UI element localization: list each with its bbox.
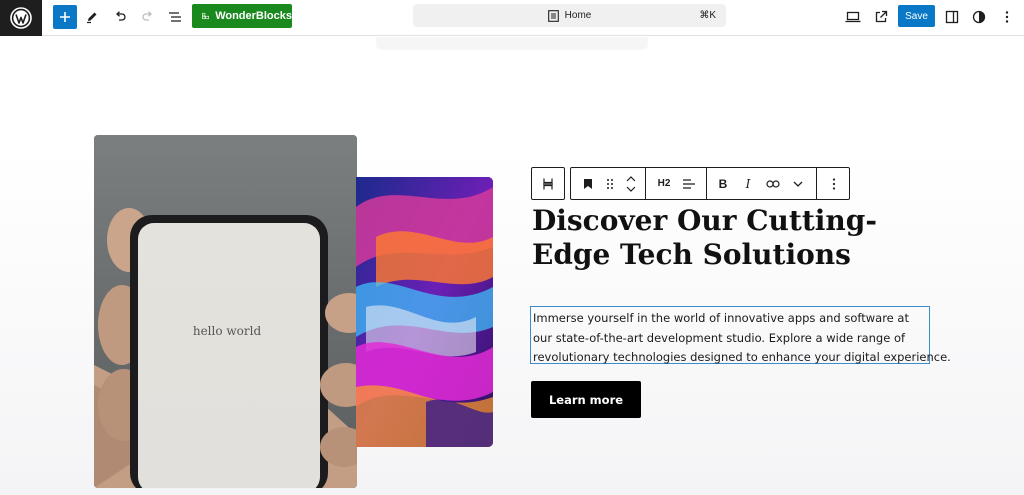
wonderblocks-icon: [202, 12, 210, 20]
undo-icon: [116, 11, 126, 21]
wonderblocks-label: WonderBlocks: [215, 10, 292, 22]
page-icon: [547, 9, 559, 22]
link-button[interactable]: [760, 168, 786, 199]
wordpress-logo-icon[interactable]: [0, 0, 42, 36]
sidebar-icon: [945, 10, 959, 24]
paragraph-line-2: our state-of-the-art development studio.…: [533, 330, 906, 345]
hero-heading[interactable]: Discover Our Cutting- Edge Tech Solution…: [532, 204, 892, 272]
paragraph-line-1: Immerse yourself in the world of innovat…: [533, 311, 909, 325]
settings-button[interactable]: [940, 5, 964, 29]
more-vertical-icon: [1005, 11, 1009, 23]
redo-icon: [142, 11, 152, 21]
document-title: Home: [564, 10, 592, 21]
previous-block[interactable]: [376, 37, 648, 50]
bold-button[interactable]: B: [710, 168, 736, 199]
save-button[interactable]: Save: [898, 5, 935, 27]
drag-icon: [607, 178, 613, 189]
hero-paragraph[interactable]: Immerse yourself in the world of innovat…: [530, 306, 951, 364]
view-site-button[interactable]: [869, 5, 893, 29]
styles-button[interactable]: [967, 5, 991, 29]
external-link-icon: [875, 10, 888, 23]
align-button[interactable]: [676, 168, 702, 199]
more-vertical-icon: [832, 177, 836, 190]
undo-button[interactable]: [108, 5, 132, 29]
heading-level-button[interactable]: H2: [651, 168, 677, 199]
phone-photo[interactable]: hello world: [94, 135, 357, 488]
editor-header: WonderBlocks Home ⌘K Save: [0, 0, 1024, 36]
bookmark-icon: [584, 178, 592, 189]
document-overview-button[interactable]: [163, 5, 187, 29]
link-icon: [766, 179, 780, 188]
heading-line-1: Discover Our Cutting-: [532, 204, 877, 237]
contrast-icon: [972, 10, 986, 24]
abstract-image[interactable]: [356, 177, 493, 447]
pencil-icon: [87, 12, 97, 24]
toolbar-divider: [645, 168, 646, 199]
phone-screen-text: hello world: [193, 324, 262, 338]
command-shortcut: ⌘K: [699, 10, 716, 21]
paragraph-line-3: revolutionary technologies designed to e…: [533, 350, 951, 364]
learn-more-button[interactable]: Learn more: [531, 381, 641, 418]
toolbar-divider: [816, 168, 817, 199]
align-left-icon: [683, 178, 695, 189]
stack-icon: [543, 178, 553, 189]
wonderblocks-button[interactable]: WonderBlocks: [192, 4, 292, 28]
more-formatting-button[interactable]: [785, 168, 811, 199]
block-parent-group: [531, 167, 565, 200]
italic-button[interactable]: I: [735, 168, 761, 199]
redo-button[interactable]: [136, 5, 160, 29]
desktop-icon: [845, 11, 861, 23]
preview-button[interactable]: [841, 5, 865, 29]
select-parent-button[interactable]: [535, 168, 561, 199]
move-up-down-button[interactable]: [618, 168, 644, 199]
block-controls-group: H2 B I: [570, 167, 850, 200]
toolbar-divider: [706, 168, 707, 199]
list-view-icon: [169, 12, 181, 22]
block-options-button[interactable]: [821, 168, 847, 199]
add-block-button[interactable]: [53, 5, 77, 29]
tools-button[interactable]: [80, 5, 104, 29]
plus-icon: [60, 12, 70, 22]
chevron-up-down-icon: [626, 175, 636, 192]
document-bar[interactable]: Home ⌘K: [413, 4, 726, 27]
heading-line-2: Edge Tech Solutions: [532, 238, 851, 271]
chevron-down-icon: [793, 181, 803, 187]
options-button[interactable]: [995, 5, 1019, 29]
